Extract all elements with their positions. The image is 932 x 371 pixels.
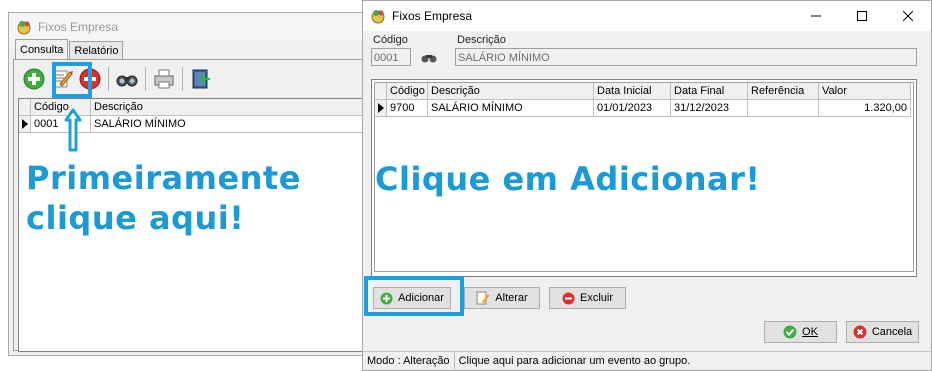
edit-document-icon bbox=[476, 291, 490, 305]
codigo-lookup-button[interactable] bbox=[419, 48, 439, 66]
column-header-data-inicial[interactable]: Data Inicial bbox=[594, 83, 671, 100]
cell-descricao[interactable]: SALÁRIO MÍNIMO bbox=[428, 100, 594, 117]
binoculars-icon bbox=[421, 55, 437, 63]
tab-consulta[interactable]: Consulta bbox=[15, 39, 69, 60]
row-indicator-header bbox=[375, 83, 387, 100]
codigo-label: Código bbox=[373, 34, 408, 46]
tab-strip: Consulta Relatório bbox=[15, 39, 124, 60]
row-indicator bbox=[19, 116, 31, 133]
grid-header: Código Descrição Data Inicial Data Final… bbox=[375, 83, 913, 100]
status-hint: Clique aqui para adicionar um evento ao … bbox=[458, 355, 691, 367]
status-mode: Modo : Alteração bbox=[363, 352, 455, 370]
add-button[interactable] bbox=[20, 65, 48, 93]
search-button[interactable] bbox=[113, 65, 141, 93]
cancela-button[interactable]: Cancela bbox=[846, 321, 919, 343]
cell-data-final[interactable]: 31/12/2023 bbox=[671, 100, 748, 117]
cancel-circle-icon bbox=[853, 325, 867, 339]
descricao-field[interactable]: SALÁRIO MÍNIMO bbox=[455, 48, 917, 66]
toolbar-separator bbox=[145, 67, 146, 91]
front-titlebar: Fixos Empresa bbox=[363, 1, 931, 31]
codigo-field[interactable]: 0001 bbox=[371, 48, 411, 66]
row-indicator-header bbox=[19, 99, 31, 116]
toolbar-separator bbox=[182, 67, 183, 91]
annotation-line-1: Primeiramente bbox=[26, 159, 301, 197]
ok-label: OK bbox=[802, 326, 818, 338]
exit-button[interactable] bbox=[187, 65, 215, 93]
maximize-icon bbox=[857, 11, 867, 21]
ok-button[interactable]: OK bbox=[764, 321, 837, 343]
column-header-descricao[interactable]: Descrição bbox=[91, 99, 368, 116]
descricao-label: Descrição bbox=[457, 34, 506, 46]
table-row[interactable]: 9700 SALÁRIO MÍNIMO 01/01/2023 31/12/202… bbox=[375, 100, 913, 117]
column-header-data-final[interactable]: Data Final bbox=[671, 83, 748, 100]
annotation-primeiramente: Primeiramente clique aqui! bbox=[26, 158, 301, 238]
cell-referencia[interactable] bbox=[748, 100, 819, 117]
check-circle-icon bbox=[783, 325, 797, 339]
alterar-button[interactable]: Alterar bbox=[464, 287, 540, 309]
column-header-referencia[interactable]: Referência bbox=[748, 83, 819, 100]
status-bar: Modo : Alteração Clique aqui para adicio… bbox=[363, 351, 931, 370]
excluir-button[interactable]: Excluir bbox=[549, 287, 626, 309]
close-icon bbox=[903, 11, 913, 21]
column-header-codigo[interactable]: Código bbox=[387, 83, 428, 100]
column-header-codigo[interactable]: Código bbox=[31, 99, 91, 116]
column-header-valor[interactable]: Valor bbox=[819, 83, 911, 100]
printer-icon bbox=[154, 69, 174, 89]
cell-descricao[interactable]: SALÁRIO MÍNIMO bbox=[91, 116, 368, 133]
cancela-label: Cancela bbox=[871, 326, 913, 338]
minimize-icon bbox=[811, 15, 821, 17]
plus-circle-icon bbox=[23, 68, 45, 90]
window-controls bbox=[793, 1, 931, 31]
tab-relatorio[interactable]: Relatório bbox=[69, 41, 124, 60]
print-button[interactable] bbox=[150, 65, 178, 93]
cell-codigo[interactable]: 0001 bbox=[31, 116, 91, 133]
current-row-arrow-icon bbox=[21, 119, 28, 129]
exit-door-icon bbox=[192, 69, 210, 89]
edit-button-highlight bbox=[52, 62, 92, 98]
front-window-title: Fixos Empresa bbox=[392, 9, 473, 23]
cell-data-inicial[interactable]: 01/01/2023 bbox=[594, 100, 671, 117]
back-window-title: Fixos Empresa bbox=[38, 20, 119, 34]
minus-circle-icon bbox=[562, 292, 575, 304]
close-button[interactable] bbox=[885, 1, 931, 31]
app-icon bbox=[371, 10, 385, 24]
up-arrow-icon bbox=[64, 108, 82, 152]
toolbar-separator bbox=[108, 67, 109, 91]
cell-codigo[interactable]: 9700 bbox=[387, 100, 428, 117]
excluir-label: Excluir bbox=[579, 292, 613, 304]
cell-valor[interactable]: 1.320,00 bbox=[819, 100, 911, 117]
maximize-button[interactable] bbox=[839, 1, 885, 31]
annotation-clique-adicionar: Clique em Adicionar! bbox=[375, 160, 761, 198]
alterar-label: Alterar bbox=[495, 292, 528, 304]
annotation-line-2: clique aqui! bbox=[26, 199, 245, 237]
app-icon bbox=[17, 21, 31, 35]
row-indicator bbox=[375, 100, 387, 117]
minimize-button[interactable] bbox=[793, 1, 839, 31]
binoculars-icon bbox=[116, 75, 138, 87]
adicionar-highlight bbox=[364, 276, 464, 316]
toolbar bbox=[20, 64, 215, 94]
current-row-arrow-icon bbox=[377, 103, 384, 113]
back-titlebar: Fixos Empresa bbox=[9, 13, 373, 41]
column-header-descricao[interactable]: Descrição bbox=[428, 83, 594, 100]
